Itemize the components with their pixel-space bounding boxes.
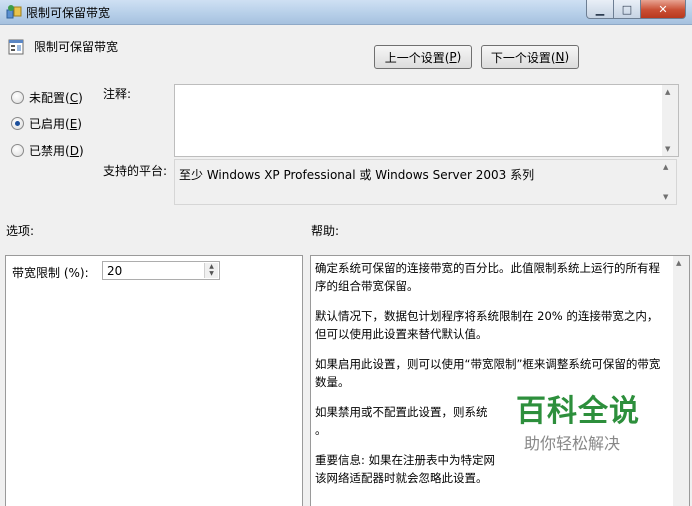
platform-label: 支持的平台:	[103, 164, 168, 178]
radio-not-configured-label: 未配置(C)	[29, 91, 83, 105]
next-setting-label: 下一个设置(	[490, 50, 556, 65]
network-policy-icon	[6, 4, 22, 20]
window-title: 限制可保留带宽	[26, 6, 111, 20]
policy-header: 限制可保留带宽	[8, 38, 118, 55]
maximize-icon: □	[621, 2, 633, 16]
previous-setting-mnemonic: P	[449, 50, 457, 64]
previous-setting-label: 上一个设置(	[384, 50, 450, 65]
maximize-button[interactable]: □	[614, 0, 641, 19]
dialog-window: 限制可保留带宽 ▁ □ ✕ 限制可保留带宽 上一个设置(P) 下一个设置(…	[0, 0, 692, 506]
close-button[interactable]: ✕	[641, 0, 686, 19]
help-scrollbar[interactable]: ▲	[673, 256, 689, 506]
radio-enabled[interactable]: 已启用(E)	[11, 115, 82, 132]
options-section-label: 选项:	[6, 224, 35, 238]
bandwidth-limit-spinner[interactable]: 20 ▲ ▼	[102, 261, 220, 280]
close-icon: ✕	[658, 2, 668, 16]
help-paragraph: 确定系统可保留的连接带宽的百分比。此值限制系统上运行的所有程序的组合带宽保留。	[315, 261, 660, 293]
previous-setting-button[interactable]: 上一个设置(P)	[374, 45, 472, 69]
comment-label: 注释:	[103, 87, 132, 101]
radio-not-configured[interactable]: 未配置(C)	[11, 89, 83, 106]
help-section-label: 帮助:	[311, 224, 340, 238]
radio-disabled[interactable]: 已禁用(D)	[11, 142, 84, 159]
next-setting-button[interactable]: 下一个设置(N)	[481, 45, 579, 69]
watermark-title: 百科全说	[516, 394, 640, 429]
spin-up-icon[interactable]: ▲	[205, 263, 218, 270]
watermark-subtitle: 助你轻松解决	[524, 434, 621, 453]
policy-title: 限制可保留带宽	[34, 40, 119, 54]
caption-buttons: ▁ □ ✕	[586, 0, 686, 20]
comment-textarea[interactable]: ▲ ▼	[174, 84, 679, 157]
title-bar[interactable]: 限制可保留带宽 ▁ □ ✕	[0, 0, 692, 25]
radio-enabled-label: 已启用(E)	[29, 117, 82, 131]
next-setting-paren: )	[564, 50, 570, 64]
scroll-up-icon[interactable]: ▲	[663, 163, 668, 171]
scroll-down-icon[interactable]: ▼	[663, 193, 668, 201]
radio-enabled-circle[interactable]	[11, 117, 24, 130]
minimize-icon: ▁	[595, 2, 605, 16]
watermark: 百科全说 助你轻松解决	[498, 372, 668, 482]
spin-down-icon[interactable]: ▼	[205, 270, 218, 277]
options-panel: 带宽限制 (%): 20 ▲ ▼	[5, 255, 303, 506]
bandwidth-limit-value[interactable]: 20	[107, 264, 122, 278]
radio-disabled-circle[interactable]	[11, 144, 24, 157]
help-paragraph: 默认情况下，数据包计划程序将系统限制在 20% 的连接带宽之内，但可以使用此设置…	[315, 309, 659, 341]
bandwidth-limit-label: 带宽限制 (%):	[12, 266, 89, 280]
platform-scrollbar[interactable]: ▲ ▼	[660, 160, 676, 204]
platform-value: 至少 Windows XP Professional 或 Windows Ser…	[179, 168, 535, 182]
scroll-down-icon[interactable]: ▼	[665, 145, 670, 153]
comment-scrollbar[interactable]: ▲ ▼	[662, 85, 678, 156]
radio-not-configured-circle[interactable]	[11, 91, 24, 104]
minimize-button[interactable]: ▁	[586, 0, 614, 19]
platform-field: 至少 Windows XP Professional 或 Windows Ser…	[174, 159, 677, 205]
previous-setting-paren: )	[456, 50, 462, 64]
scroll-up-icon[interactable]: ▲	[665, 88, 670, 96]
next-setting-mnemonic: N	[555, 50, 565, 64]
radio-disabled-label: 已禁用(D)	[29, 144, 84, 158]
scroll-up-icon[interactable]: ▲	[676, 259, 681, 267]
spinner-buttons[interactable]: ▲ ▼	[204, 263, 218, 278]
policy-setting-icon	[8, 39, 24, 55]
